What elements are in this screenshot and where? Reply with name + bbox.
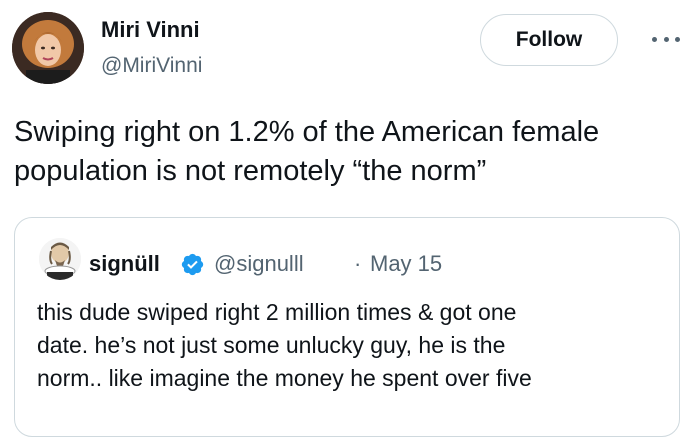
tweet-text: Swiping right on 1.2% of the American fe…: [14, 116, 600, 187]
quoted-tweet-card[interactable]: signüll @signulll · May 15 this dude swi…: [14, 217, 680, 437]
tweet: Miri Vinni @MiriVinni Follow Swiping rig…: [0, 0, 695, 437]
quoted-text-line: norm.. like imagine the money he spent o…: [37, 365, 532, 391]
meta-separator: ·: [354, 251, 362, 276]
quoted-tweet-text: this dude swiped right 2 million times &…: [37, 296, 667, 395]
quoted-text-line: date. he’s not just some unlucky guy, he…: [37, 332, 506, 358]
quoted-tweet-date[interactable]: May 15: [370, 250, 442, 278]
quoted-text-line: this dude swiped right 2 million times &…: [37, 299, 517, 325]
quoted-author-name[interactable]: signüll: [89, 250, 160, 278]
shakespeare-avatar-icon: [39, 238, 81, 280]
author-handle[interactable]: @MiriVinni: [101, 52, 202, 80]
quoted-author-avatar[interactable]: [39, 238, 81, 280]
profile-photo-icon: [12, 12, 84, 84]
author-avatar[interactable]: [12, 12, 84, 84]
more-horizontal-icon[interactable]: [652, 34, 680, 44]
verified-badge-icon: [181, 253, 204, 276]
author-name[interactable]: Miri Vinni: [101, 16, 200, 44]
quoted-author-handle[interactable]: @signulll: [214, 250, 304, 278]
follow-button[interactable]: Follow: [480, 14, 618, 66]
